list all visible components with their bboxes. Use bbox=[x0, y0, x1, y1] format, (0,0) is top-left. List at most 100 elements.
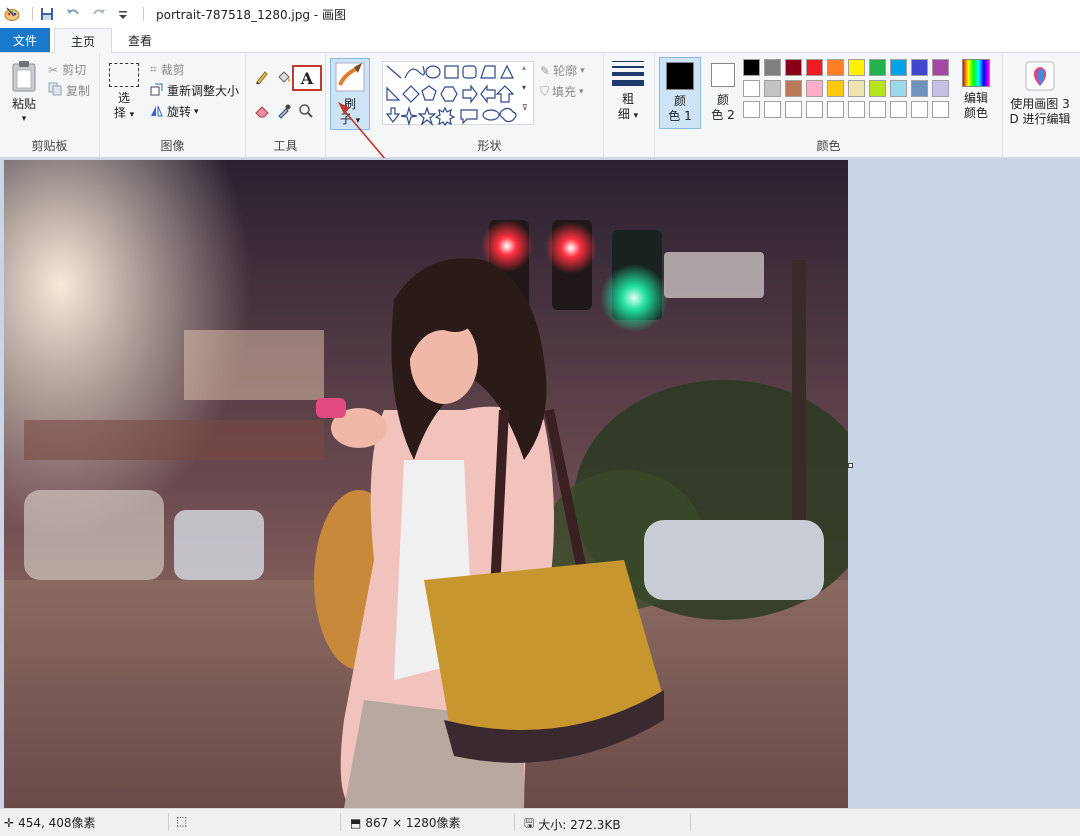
palette-swatch[interactable] bbox=[869, 80, 886, 97]
palette-swatch[interactable] bbox=[785, 101, 802, 118]
shapes-scroll-up[interactable]: ▴ bbox=[522, 63, 526, 72]
status-separator bbox=[690, 813, 691, 831]
customize-quick-access-icon[interactable] bbox=[115, 6, 131, 22]
image-dimensions-text: 867 × 1280像素 bbox=[365, 816, 461, 830]
copy-label: 复制 bbox=[66, 84, 91, 98]
palette-swatch[interactable] bbox=[743, 101, 760, 118]
palette-swatch[interactable] bbox=[827, 80, 844, 97]
palette-swatch[interactable] bbox=[848, 101, 865, 118]
image-dimensions: ⬒ 867 × 1280像素 bbox=[350, 814, 460, 831]
outline-icon: ✎ bbox=[540, 63, 551, 78]
fill-label: 填充 bbox=[552, 85, 577, 99]
outline-dropdown-icon[interactable]: ▾ bbox=[580, 66, 585, 76]
selection-size: ⬚ bbox=[176, 814, 187, 828]
canvas-image[interactable] bbox=[4, 160, 848, 808]
copy-icon bbox=[48, 82, 62, 99]
resize-icon bbox=[150, 83, 163, 99]
palette-swatch[interactable] bbox=[890, 101, 907, 118]
ribbon: 粘贴 ▾ ✂ 剪切 复制 剪贴板 选 择 ▾ ⌗ 裁剪 重新调整大小 旋转 ▾ … bbox=[0, 53, 1080, 158]
edit-colors-label-bottom: 颜色 bbox=[963, 106, 988, 120]
palette-swatch[interactable] bbox=[890, 59, 907, 76]
palette-swatch[interactable] bbox=[932, 80, 949, 97]
palette-swatch[interactable] bbox=[764, 101, 781, 118]
save-icon[interactable] bbox=[39, 6, 55, 22]
select-label-bottom: 择 ▾ bbox=[113, 106, 135, 120]
palette-swatch[interactable] bbox=[932, 101, 949, 118]
palette-swatch[interactable] bbox=[806, 80, 823, 97]
quick-access-separator bbox=[32, 7, 33, 21]
outline-button[interactable]: ✎ 轮廓 ▾ bbox=[540, 62, 585, 79]
undo-icon[interactable] bbox=[65, 6, 81, 22]
palette-swatch[interactable] bbox=[785, 59, 802, 76]
palette-swatch[interactable] bbox=[806, 101, 823, 118]
palette-swatch[interactable] bbox=[869, 59, 886, 76]
palette-swatch[interactable] bbox=[848, 59, 865, 76]
canvas-area[interactable] bbox=[0, 158, 1080, 808]
palette-swatch[interactable] bbox=[869, 101, 886, 118]
title-separator bbox=[143, 7, 144, 21]
paste-icon bbox=[12, 61, 36, 92]
image-group: 选 择 ▾ ⌗ 裁剪 重新调整大小 旋转 ▾ 图像 bbox=[100, 53, 246, 158]
redo-icon[interactable] bbox=[91, 6, 107, 22]
shapes-expand[interactable]: ⊽ bbox=[522, 103, 528, 112]
image-group-label: 图像 bbox=[160, 139, 185, 153]
palette-swatch[interactable] bbox=[827, 59, 844, 76]
cut-button[interactable]: ✂ 剪切 bbox=[48, 61, 86, 78]
color1-label-bottom: 色 1 bbox=[668, 109, 692, 123]
palette-swatch[interactable] bbox=[890, 80, 907, 97]
file-size: 🖫 大小: 272.3KB bbox=[524, 814, 621, 835]
color1-button[interactable]: 颜 色 1 bbox=[659, 57, 701, 129]
crop-button[interactable]: ⌗ 裁剪 bbox=[150, 61, 185, 78]
fill-button[interactable]: ⛉ 填充 ▾ bbox=[540, 83, 584, 100]
palette-swatch[interactable] bbox=[743, 80, 760, 97]
palette-swatch[interactable] bbox=[911, 80, 928, 97]
paste-label: 粘贴 bbox=[11, 97, 36, 111]
pencil-icon bbox=[256, 71, 268, 85]
palette-swatch[interactable] bbox=[911, 101, 928, 118]
tab-file[interactable]: 文件 bbox=[0, 28, 50, 52]
color2-button[interactable]: 颜 色 2 bbox=[703, 57, 743, 123]
palette-swatch[interactable] bbox=[743, 59, 760, 76]
canvas-resize-handle-right[interactable] bbox=[848, 463, 853, 468]
color-picker-tool[interactable] bbox=[276, 103, 292, 119]
scissors-icon: ✂ bbox=[48, 62, 59, 77]
palette-swatch[interactable] bbox=[848, 80, 865, 97]
resize-button[interactable]: 重新调整大小 bbox=[150, 82, 239, 99]
file-size-text: 大小: 272.3KB bbox=[538, 818, 621, 832]
palette-swatch[interactable] bbox=[785, 80, 802, 97]
palette-swatch[interactable] bbox=[911, 59, 928, 76]
select-button[interactable]: 选 择 ▾ bbox=[106, 63, 142, 123]
status-separator bbox=[514, 813, 515, 831]
tab-home[interactable]: 主页 bbox=[54, 28, 113, 53]
palette-swatch[interactable] bbox=[932, 59, 949, 76]
palette-swatch[interactable] bbox=[827, 101, 844, 118]
shapes-scroll-down[interactable]: ▾ bbox=[522, 83, 526, 92]
paint3d-button[interactable]: 使用画图 3 D 进行编辑 bbox=[1006, 61, 1074, 127]
size-button[interactable]: 粗 细 ▾ bbox=[608, 61, 648, 124]
palette-swatch[interactable] bbox=[764, 59, 781, 76]
rotate-dropdown-icon[interactable]: ▾ bbox=[194, 107, 199, 117]
text-tool[interactable]: A bbox=[292, 65, 322, 91]
copy-button[interactable]: 复制 bbox=[48, 82, 90, 99]
select-rectangle-icon bbox=[109, 63, 139, 87]
paint-app-icon[interactable] bbox=[4, 6, 20, 22]
paint-bucket-icon bbox=[278, 71, 290, 83]
crop-label: 裁剪 bbox=[160, 63, 185, 77]
fill-tool[interactable] bbox=[276, 69, 292, 85]
paste-button[interactable]: 粘贴 ▾ bbox=[6, 59, 42, 127]
rotate-button[interactable]: 旋转 ▾ bbox=[150, 103, 199, 120]
crosshair-icon: ✛ bbox=[4, 815, 15, 830]
palette-swatch[interactable] bbox=[764, 80, 781, 97]
colors-group: 颜 色 1 颜 色 2 编辑 颜色 颜色 bbox=[655, 53, 1003, 158]
eraser-tool[interactable] bbox=[254, 103, 270, 119]
paste-dropdown-icon[interactable]: ▾ bbox=[6, 112, 42, 127]
palette-swatch[interactable] bbox=[806, 59, 823, 76]
paint3d-label-line2: D 进行编辑 bbox=[1009, 112, 1071, 126]
tab-view[interactable]: 查看 bbox=[112, 28, 168, 52]
pencil-tool[interactable] bbox=[254, 69, 270, 85]
fill-dropdown-icon[interactable]: ▾ bbox=[579, 87, 584, 97]
paint3d-icon bbox=[1025, 61, 1055, 91]
magnifier-tool[interactable] bbox=[298, 103, 314, 119]
edit-colors-button[interactable]: 编辑 颜色 bbox=[955, 59, 997, 121]
selection-icon: ⬚ bbox=[176, 814, 188, 828]
